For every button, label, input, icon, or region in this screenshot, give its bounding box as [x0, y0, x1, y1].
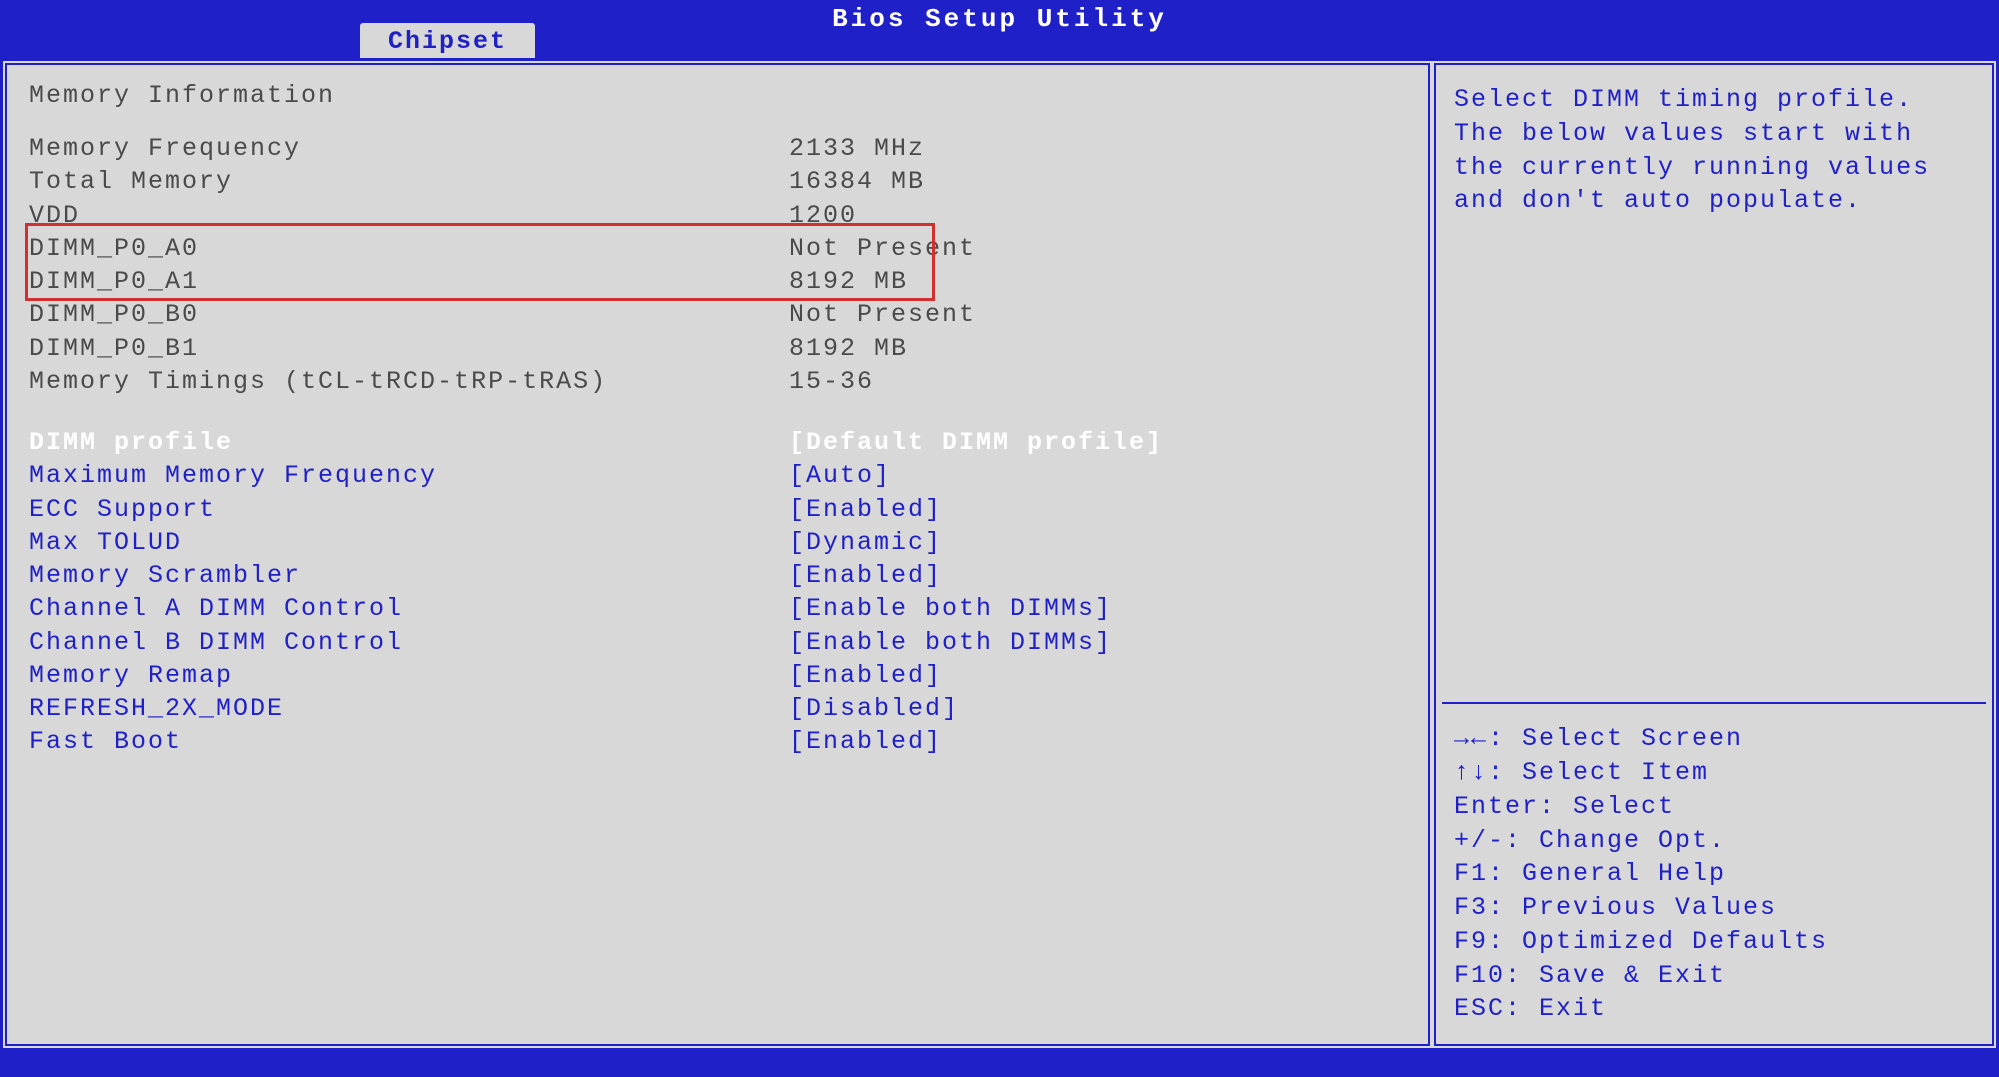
setting-label: Channel A DIMM Control — [29, 592, 789, 625]
info-row: Total Memory 16384 MB — [29, 165, 1418, 198]
key-hint-f1: F1: General Help — [1454, 857, 1974, 891]
setting-channel-a-dimm[interactable]: Channel A DIMM Control [Enable both DIMM… — [29, 592, 1418, 625]
spacer — [29, 398, 1418, 426]
setting-value: [Enabled] — [789, 659, 942, 692]
key-hint-change-opt: +/-: Change Opt. — [1454, 824, 1974, 858]
section-title-memory-info: Memory Information — [29, 81, 1418, 110]
info-label: DIMM_P0_B0 — [29, 298, 789, 331]
setting-memory-remap[interactable]: Memory Remap [Enabled] — [29, 659, 1418, 692]
info-row: DIMM_P0_A1 8192 MB — [29, 265, 1418, 298]
setting-label: ECC Support — [29, 493, 789, 526]
key-hints: →←: Select Screen ↑↓: Select Item Enter:… — [1436, 704, 1992, 1044]
setting-label: Memory Remap — [29, 659, 789, 692]
info-row: Memory Timings (tCL-tRCD-tRP-tRAS) 15-36 — [29, 365, 1418, 398]
setting-label: Channel B DIMM Control — [29, 626, 789, 659]
key-hint-esc: ESC: Exit — [1454, 992, 1974, 1026]
setting-value: [Enabled] — [789, 725, 942, 758]
setting-value: [Default DIMM profile] — [789, 426, 1163, 459]
bottom-bar — [0, 1051, 1999, 1077]
setting-max-mem-freq[interactable]: Maximum Memory Frequency [Auto] — [29, 459, 1418, 492]
setting-value: [Disabled] — [789, 692, 959, 725]
setting-label: REFRESH_2X_MODE — [29, 692, 789, 725]
setting-max-tolud[interactable]: Max TOLUD [Dynamic] — [29, 526, 1418, 559]
key-hint-select-screen: →←: Select Screen — [1454, 722, 1974, 756]
info-row: DIMM_P0_B1 8192 MB — [29, 332, 1418, 365]
tab-chipset[interactable]: Chipset — [360, 23, 535, 58]
setting-value: [Auto] — [789, 459, 891, 492]
key-hint-enter: Enter: Select — [1454, 790, 1974, 824]
left-panel: Memory Information Memory Frequency 2133… — [5, 63, 1430, 1046]
info-value: 1200 — [789, 199, 857, 232]
setting-value: [Enable both DIMMs] — [789, 626, 1112, 659]
bios-shell: Bios Setup Utility Chipset Memory Inform… — [0, 0, 1999, 1077]
info-label: Memory Frequency — [29, 132, 789, 165]
setting-channel-b-dimm[interactable]: Channel B DIMM Control [Enable both DIMM… — [29, 626, 1418, 659]
setting-dimm-profile[interactable]: DIMM profile [Default DIMM profile] — [29, 426, 1418, 459]
info-value: 15-36 — [789, 365, 874, 398]
info-value: 16384 MB — [789, 165, 925, 198]
help-text: Select DIMM timing profile. The below va… — [1436, 65, 1992, 702]
setting-label: Maximum Memory Frequency — [29, 459, 789, 492]
top-bar: Bios Setup Utility Chipset — [0, 0, 1999, 58]
info-label: DIMM_P0_B1 — [29, 332, 789, 365]
setting-ecc-support[interactable]: ECC Support [Enabled] — [29, 493, 1418, 526]
info-label: Memory Timings (tCL-tRCD-tRP-tRAS) — [29, 365, 789, 398]
info-row: DIMM_P0_A0 Not Present — [29, 232, 1418, 265]
info-label: DIMM_P0_A0 — [29, 232, 789, 265]
key-hint-f10: F10: Save & Exit — [1454, 959, 1974, 993]
info-value: 2133 MHz — [789, 132, 925, 165]
setting-value: [Dynamic] — [789, 526, 942, 559]
info-label: DIMM_P0_A1 — [29, 265, 789, 298]
right-panel: Select DIMM timing profile. The below va… — [1434, 63, 1994, 1046]
setting-memory-scrambler[interactable]: Memory Scrambler [Enabled] — [29, 559, 1418, 592]
main-panels: Memory Information Memory Frequency 2133… — [0, 58, 1999, 1051]
info-row: DIMM_P0_B0 Not Present — [29, 298, 1418, 331]
key-hint-select-item: ↑↓: Select Item — [1454, 756, 1974, 790]
setting-value: [Enabled] — [789, 559, 942, 592]
info-value: Not Present — [789, 298, 976, 331]
key-hint-f9: F9: Optimized Defaults — [1454, 925, 1974, 959]
setting-label: Fast Boot — [29, 725, 789, 758]
info-value: Not Present — [789, 232, 976, 265]
info-value: 8192 MB — [789, 332, 908, 365]
setting-label: Memory Scrambler — [29, 559, 789, 592]
setting-refresh-2x-mode[interactable]: REFRESH_2X_MODE [Disabled] — [29, 692, 1418, 725]
app-title: Bios Setup Utility — [0, 4, 1999, 34]
setting-value: [Enabled] — [789, 493, 942, 526]
info-row: VDD 1200 — [29, 199, 1418, 232]
setting-label: DIMM profile — [29, 426, 789, 459]
info-row: Memory Frequency 2133 MHz — [29, 132, 1418, 165]
info-label: Total Memory — [29, 165, 789, 198]
key-hint-f3: F3: Previous Values — [1454, 891, 1974, 925]
setting-label: Max TOLUD — [29, 526, 789, 559]
setting-value: [Enable both DIMMs] — [789, 592, 1112, 625]
info-value: 8192 MB — [789, 265, 908, 298]
setting-fast-boot[interactable]: Fast Boot [Enabled] — [29, 725, 1418, 758]
info-label: VDD — [29, 199, 789, 232]
